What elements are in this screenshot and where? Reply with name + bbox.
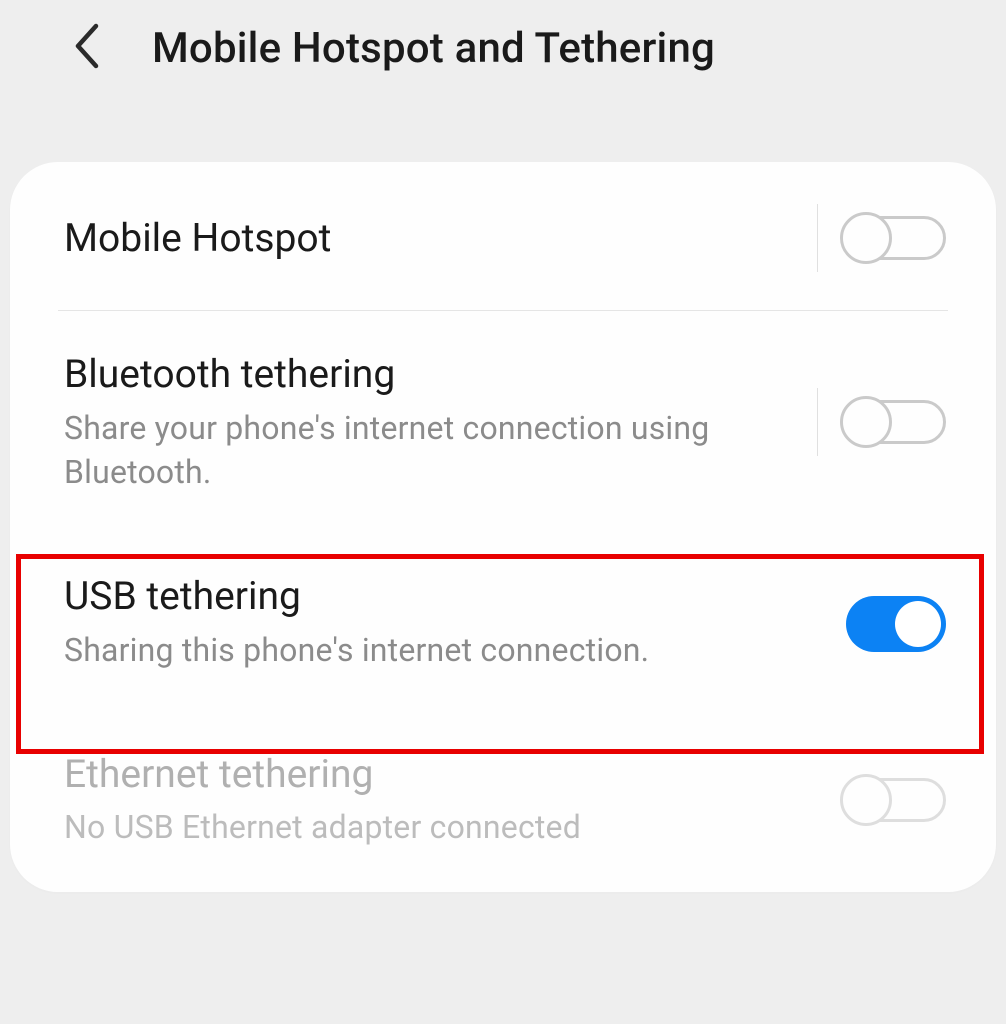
toggle-ethernet-tethering <box>846 774 946 826</box>
page-title: Mobile Hotspot and Tethering <box>152 24 715 73</box>
setting-bluetooth-tethering[interactable]: Bluetooth tethering Share your phone's i… <box>10 311 996 533</box>
row-text: Ethernet tethering No USB Ethernet adapt… <box>64 749 846 850</box>
back-icon <box>72 22 102 70</box>
toggle-container <box>846 774 946 826</box>
row-title: Bluetooth tethering <box>64 349 817 400</box>
toggle-container <box>846 596 946 648</box>
toggle-bluetooth-tethering[interactable] <box>846 396 946 448</box>
row-subtitle: Share your phone's internet connection u… <box>64 406 817 496</box>
setting-mobile-hotspot[interactable]: Mobile Hotspot <box>10 166 996 310</box>
row-subtitle: Sharing this phone's internet connection… <box>64 628 846 673</box>
row-title: USB tethering <box>64 571 846 622</box>
header: Mobile Hotspot and Tethering <box>0 0 1006 104</box>
setting-ethernet-tethering: Ethernet tethering No USB Ethernet adapt… <box>10 711 996 888</box>
back-button[interactable] <box>72 22 102 74</box>
toggle-usb-tethering[interactable] <box>846 596 946 648</box>
row-text: Mobile Hotspot <box>64 213 817 264</box>
row-text: USB tethering Sharing this phone's inter… <box>64 571 846 672</box>
row-subtitle: No USB Ethernet adapter connected <box>64 805 846 850</box>
divider-vertical <box>817 388 818 456</box>
settings-card: Mobile Hotspot Bluetooth tethering Share… <box>10 162 996 892</box>
row-title: Mobile Hotspot <box>64 213 817 264</box>
toggle-mobile-hotspot[interactable] <box>846 212 946 264</box>
toggle-container <box>817 204 946 272</box>
row-title: Ethernet tethering <box>64 749 846 800</box>
row-text: Bluetooth tethering Share your phone's i… <box>64 349 817 495</box>
divider-vertical <box>817 204 818 272</box>
setting-usb-tethering[interactable]: USB tethering Sharing this phone's inter… <box>10 533 996 710</box>
toggle-container <box>817 388 946 456</box>
